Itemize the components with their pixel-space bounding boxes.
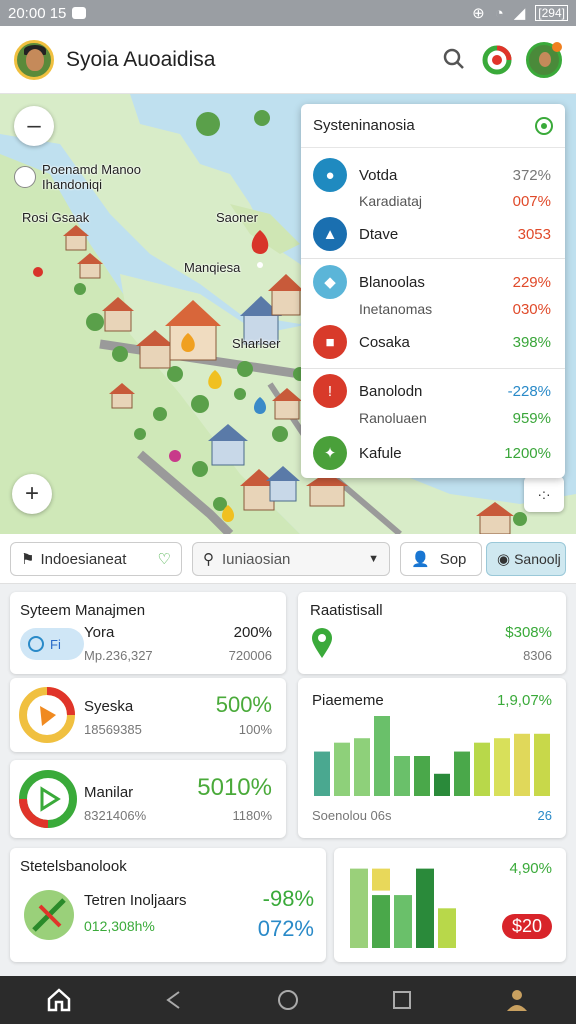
system-panel: Systeninanosia ● Votda 372% Karadiataj 0…	[301, 104, 565, 478]
id-card-icon: Fi	[20, 628, 84, 660]
profile-avatar[interactable]	[526, 41, 562, 78]
donut-icon	[19, 687, 75, 743]
recents-icon[interactable]	[391, 989, 413, 1011]
status-dot-icon[interactable]	[535, 116, 553, 135]
map-pin-label[interactable]: Poenamd Manoo Ihandoniqi	[14, 162, 141, 192]
chart-bar	[414, 756, 430, 796]
panel-row[interactable]: Inetanomas 030%	[313, 294, 551, 324]
search-icon[interactable]	[440, 46, 468, 74]
notification-icon	[72, 7, 87, 19]
piaememe-chart-card[interactable]: Piaememe 1,9,07% Soenolou 06s 26	[298, 678, 566, 838]
chart-bar	[314, 751, 330, 796]
battery-icon: [294]	[535, 5, 568, 21]
panel-row[interactable]: Ranoluaen 959%	[313, 403, 551, 433]
map-label-saoner: Saoner	[216, 210, 258, 225]
leaf-icon	[24, 890, 74, 940]
location-filter[interactable]: ⚑ Indoesianeat ♡	[10, 542, 182, 576]
bar-chart	[350, 868, 456, 948]
user-icon: 👤	[411, 551, 430, 568]
card-title: Syteem Manajmen	[20, 602, 146, 619]
avatar[interactable]	[14, 39, 54, 80]
leaf-icon: ✦	[313, 436, 347, 470]
chart-bar	[474, 742, 490, 796]
refresh-icon[interactable]	[480, 43, 514, 77]
status-time: 20:00 15	[8, 4, 67, 22]
home-icon[interactable]	[46, 987, 72, 1013]
play-ring-icon	[19, 770, 77, 828]
app-bar: Syoia Auoaidisa	[0, 26, 576, 94]
rocket-icon: ▲	[313, 217, 347, 251]
home-circle-icon[interactable]	[276, 988, 300, 1012]
chart-bar	[394, 895, 412, 948]
bar-chart	[314, 716, 550, 796]
target-icon: ◉	[497, 551, 511, 568]
flag-icon: ⚑	[21, 551, 35, 568]
chart-bar	[514, 733, 530, 796]
chart-bar-highlight	[372, 868, 390, 891]
chart-bar	[372, 895, 390, 948]
chart-bar	[494, 738, 510, 796]
registisal-card[interactable]: Raatistisall $308% 8306	[298, 592, 566, 674]
alarm-icon: ⊕	[472, 5, 485, 22]
bottom-navigation	[0, 976, 576, 1024]
chart-bar	[454, 751, 470, 796]
action-button[interactable]: ◉ Sanoolj	[486, 542, 566, 576]
notification-badge	[552, 41, 562, 52]
zoom-in-button[interactable]: +	[12, 474, 52, 514]
panel-row[interactable]: ! Banolodn -228%	[313, 374, 551, 408]
filter-bar: ⚑ Indoesianeat ♡ ⚲ Iuniaosian ▼ 👤 Sop ◉ …	[0, 534, 576, 584]
panel-row[interactable]: ▲ Dtave 3053	[313, 217, 551, 251]
panel-row[interactable]: ◆ Blanoolas 229%	[313, 265, 551, 299]
panel-row[interactable]: Karadiataj 007%	[313, 186, 551, 216]
chart-bar	[394, 756, 410, 796]
chart-bar	[438, 908, 456, 948]
chart-bar	[534, 733, 550, 796]
profile-icon[interactable]	[504, 987, 530, 1013]
user-filter[interactable]: 👤 Sop	[400, 542, 482, 576]
locate-button[interactable]: ·:·	[524, 476, 564, 512]
panel-title: Systeninanosia	[313, 117, 415, 134]
chart-bar	[434, 773, 450, 796]
chart-bar	[416, 868, 434, 948]
pin-icon	[14, 166, 36, 188]
location-pin-icon	[312, 628, 332, 658]
search-dropdown[interactable]: ⚲ Iuniaosian ▼	[192, 542, 390, 576]
price-badge: $20	[501, 914, 552, 939]
panel-row[interactable]: ■ Cosaka 398%	[313, 325, 551, 359]
chart-bar	[374, 716, 390, 796]
chevron-down-icon: ▼	[368, 553, 379, 565]
system-card[interactable]: Syteem Manajmen Fi Yora 200% Mp.236,327 …	[10, 592, 286, 674]
map-label-rosi: Rosi Gsaak	[22, 210, 90, 225]
map-label-manqiesa: Manqiesa	[184, 260, 241, 275]
syeska-card[interactable]: Syeska 500% 18569385 100%	[10, 678, 286, 752]
manilar-card[interactable]: Manilar 5010% 8321406% 1180%	[10, 760, 286, 838]
back-icon[interactable]	[163, 989, 185, 1011]
chart-bar	[350, 868, 368, 948]
document-icon: ■	[313, 325, 347, 359]
bottom-right-chart-card[interactable]: 4,90% $20	[334, 848, 566, 962]
status-bar: 20:00 15 ⊕ ◔ ◢ [294]	[0, 0, 576, 26]
stats-card[interactable]: Stetelsbanolook Tetren Inoljaars -98% 01…	[10, 848, 326, 962]
search-icon: ⚲	[203, 551, 214, 568]
panel-row[interactable]: ✦ Kafule 1200%	[313, 436, 551, 470]
app-title: Syoia Auoaidisa	[66, 47, 216, 71]
wifi-icon: ◔	[494, 4, 504, 22]
shield-icon: ♡	[157, 551, 171, 568]
map-label-sharlser: Sharlser	[232, 336, 281, 351]
menu-button[interactable]: –	[14, 106, 54, 146]
chart-bar	[354, 738, 370, 796]
signal-icon: ◢	[513, 5, 526, 22]
chart-bar	[334, 742, 350, 796]
